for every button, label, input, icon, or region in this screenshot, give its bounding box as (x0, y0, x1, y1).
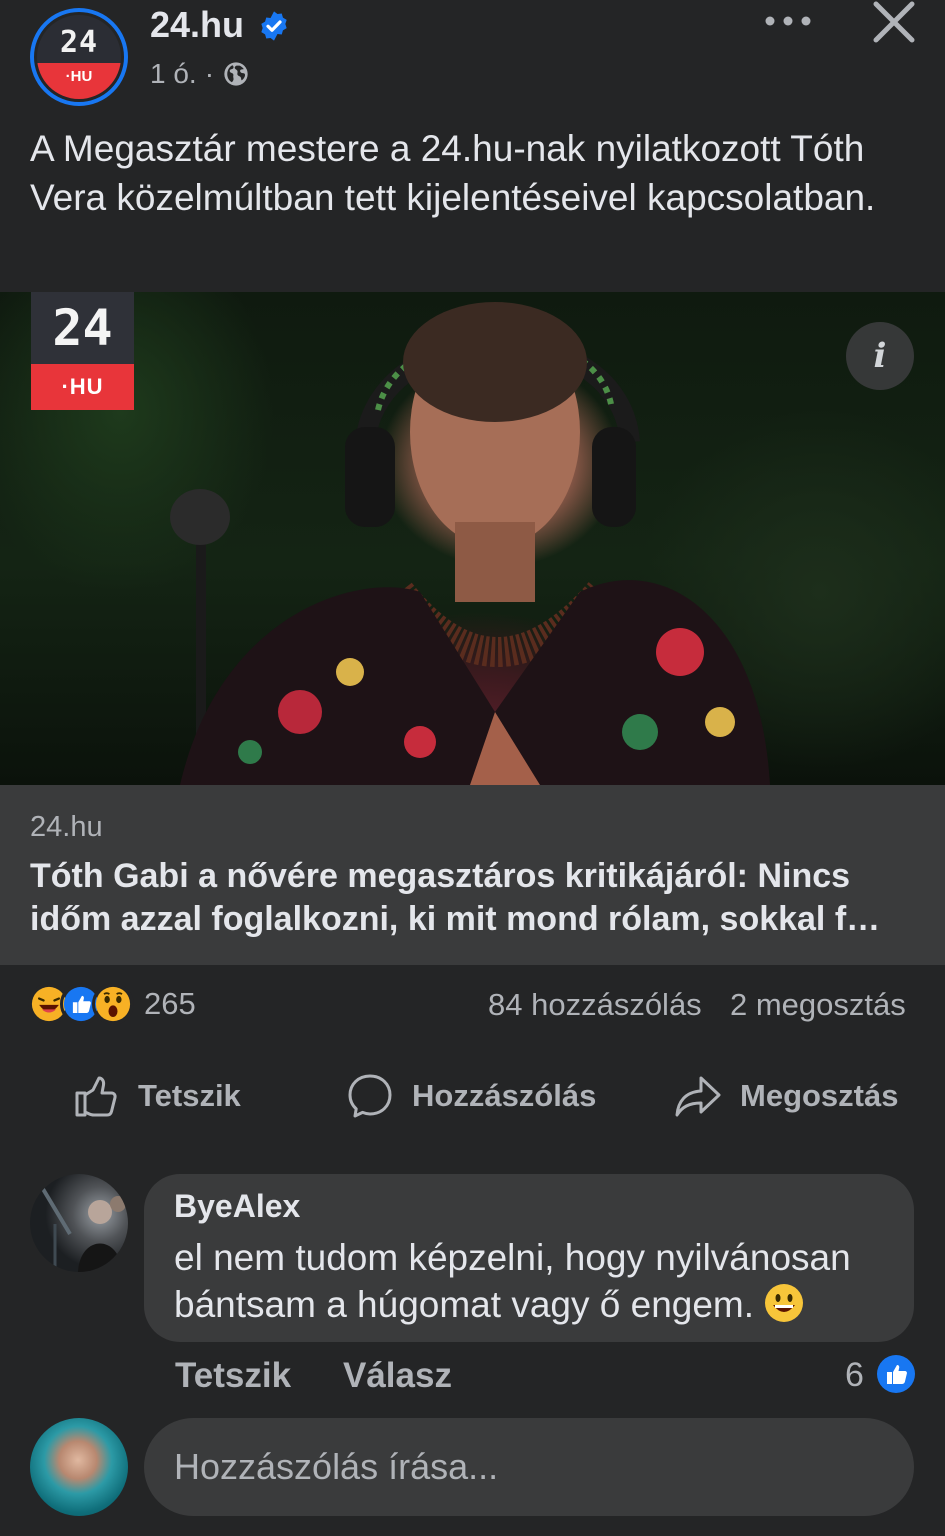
comment-author[interactable]: ByeAlex (174, 1188, 300, 1225)
comment-input[interactable] (144, 1418, 914, 1516)
post-image[interactable]: 24 ·HU i (0, 292, 945, 785)
page-avatar[interactable]: 24 ·HU (30, 8, 128, 106)
more-options-icon[interactable] (760, 6, 816, 36)
page-logo-top: 24 (59, 25, 99, 60)
link-title: Tóth Gabi a nővére megasztáros kritikájá… (30, 857, 881, 938)
post-text: A Megasztár mestere a 24.hu-nak nyilatko… (30, 128, 876, 218)
page-logo: 24 ·HU (34, 12, 124, 102)
comment-like-button[interactable]: Tetszik (175, 1356, 291, 1396)
reactions-summary[interactable]: 265 (28, 983, 196, 1025)
grinning-face-emoji-icon (765, 1284, 804, 1322)
comment-button[interactable]: Hozzászólás (346, 1072, 596, 1120)
like-button-label: Tetszik (138, 1078, 241, 1113)
link-preview[interactable]: 24.hu Tóth Gabi a nővére megasztáros kri… (0, 785, 945, 965)
comment-reaction-count[interactable]: 6 (845, 1356, 864, 1395)
comment-reply-button[interactable]: Válasz (343, 1356, 452, 1396)
thumbs-up-icon (75, 1076, 117, 1117)
page-logo-bottom: ·HU (37, 63, 121, 99)
comment-like-reaction-icon[interactable] (876, 1354, 916, 1394)
photo-subject-illustration (170, 302, 770, 785)
comment-count[interactable]: 84 hozzászólás (488, 987, 702, 1023)
comment-button-label: Hozzászólás (412, 1078, 597, 1113)
comment-actions: Tetszik Válasz 6 (0, 1352, 945, 1402)
page-name[interactable]: 24.hu (150, 4, 244, 46)
wow-icon (92, 983, 134, 1025)
commenter-photo (38, 1182, 126, 1272)
reaction-count: 265 (144, 986, 196, 1021)
meta-separator: · (204, 58, 215, 89)
share-button[interactable]: Megosztás (674, 1072, 898, 1120)
comment-bubble-icon (348, 1074, 392, 1118)
post-action-bar: Tetszik Hozzászólás Megosztás (0, 1060, 945, 1140)
comment-bubble[interactable]: ByeAlex el nem tudom képzelni, hogy nyil… (144, 1174, 914, 1342)
link-domain: 24.hu (30, 811, 103, 843)
close-icon[interactable] (868, 0, 920, 48)
verified-badge-icon (261, 11, 287, 41)
current-user-avatar[interactable] (30, 1418, 128, 1516)
share-arrow-icon (675, 1076, 721, 1117)
comment-text: el nem tudom képzelni, hogy nyilvánosan … (174, 1234, 904, 1328)
post-time[interactable]: 1 ó. (150, 58, 197, 90)
post-header: 24 ·HU 24.hu 1 ó. · (0, 0, 945, 110)
post-meta: 1 ó. · (150, 58, 250, 90)
comment-body: el nem tudom képzelni, hogy nyilvánosan … (174, 1237, 851, 1325)
like-button[interactable]: Tetszik (72, 1072, 241, 1120)
globe-icon (224, 62, 248, 86)
commenter-avatar[interactable] (30, 1174, 128, 1272)
info-button[interactable]: i (846, 322, 914, 390)
post-stats: 265 84 hozzászólás 2 megosztás (0, 975, 945, 1035)
share-count[interactable]: 2 megosztás (730, 987, 906, 1023)
share-button-label: Megosztás (740, 1078, 899, 1113)
